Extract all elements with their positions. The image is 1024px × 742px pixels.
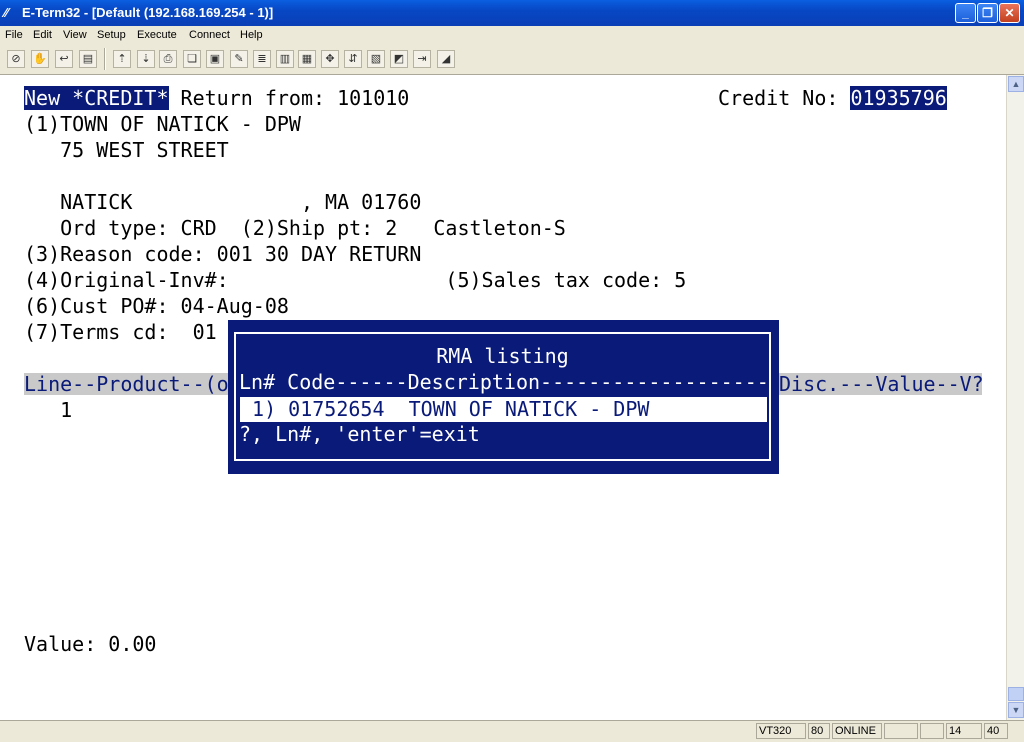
columns-icon[interactable]: ▥ [276, 50, 294, 68]
rma-listing-popup: RMA listing Ln# Code------Description---… [228, 320, 779, 474]
menu-connect[interactable]: Connect [189, 29, 230, 41]
status-bar: VT320 80 ONLINE 14 40 [0, 720, 1024, 742]
toolbar: ⊘ ✋ ↩ ▤ ⇡ ⇣ ⎙ ❏ ▣ ✎ ≣ ▥ ▦ ✥ ⇵ ▧ ◩ ⇥ ◢ [0, 45, 1024, 75]
popup-title: RMA listing [436, 344, 569, 368]
vertical-scrollbar[interactable]: ▲ ▼ [1006, 75, 1024, 720]
print-icon[interactable]: ▤ [79, 50, 97, 68]
cursor-col-status: 40 [984, 723, 1008, 739]
exit-icon[interactable]: ⇥ [413, 50, 431, 68]
close-button[interactable]: ✕ [999, 3, 1020, 23]
restore-button[interactable]: ❐ [977, 3, 998, 23]
scroll-down-button[interactable]: ▼ [1008, 702, 1024, 718]
menu-view[interactable]: View [63, 29, 87, 41]
edit-icon[interactable]: ✎ [230, 50, 248, 68]
cust-po-line: (6)Cust PO#: 04-Aug-08 [24, 294, 289, 318]
menu-execute[interactable]: Execute [137, 29, 177, 41]
upload-icon[interactable]: ⇡ [113, 50, 131, 68]
credit-no-value: 01935796 [850, 86, 947, 110]
order-type-line: Ord type: CRD (2)Ship pt: 2 Castleton-S [24, 216, 566, 240]
download-icon[interactable]: ⇣ [137, 50, 155, 68]
menu-edit[interactable]: Edit [33, 29, 52, 41]
terminal-line-1: New *CREDIT* Return from: 101010 [24, 85, 409, 111]
cursor-row-status: 14 [946, 723, 982, 739]
document-icon[interactable]: ≣ [253, 50, 271, 68]
city-state-zip-line: NATICK , MA 01760 [24, 190, 422, 214]
terminal-screen[interactable]: New *CREDIT* Return from: 101010 Credit … [0, 75, 1006, 720]
app-icon: ⁄⁄ [4, 5, 9, 20]
keypad-icon[interactable]: ▦ [298, 50, 316, 68]
popup-columns-header: Ln# Code------Description---------------… [239, 370, 769, 394]
popup-frame: RMA listing Ln# Code------Description---… [234, 332, 771, 461]
scroll-thumb[interactable] [1008, 687, 1024, 701]
header-left: Line--Product--(o [24, 372, 229, 396]
scroll-up-button[interactable]: ▲ [1008, 76, 1024, 92]
popup-prompt: ?, Ln#, 'enter'=exit [239, 422, 480, 446]
customer-name-line: (1)TOWN OF NATICK - DPW [24, 112, 301, 136]
connect-icon[interactable]: ↩ [55, 50, 73, 68]
printer-icon[interactable]: ⎙ [159, 50, 177, 68]
original-invoice-line: (4)Original-Inv#: (5)Sales tax code: 5 [24, 268, 687, 292]
header-right: Disc.---Value--V? [779, 372, 984, 396]
columns-status: 80 [808, 723, 830, 739]
address-line: 75 WEST STREET [24, 138, 229, 162]
minimize-button[interactable]: _ [955, 3, 976, 23]
rma-list-item[interactable]: 1) 01752654 TOWN OF NATICK - DPW [240, 397, 767, 422]
toolbar-separator [104, 48, 106, 70]
credit-no-label: Credit No: [718, 86, 851, 110]
total-value-line: Value: 0.00 [24, 632, 157, 656]
macro-icon[interactable]: ◩ [390, 50, 408, 68]
copy-icon[interactable]: ❏ [183, 50, 201, 68]
status-blank-1 [884, 723, 918, 739]
disconnect-icon[interactable]: ⊘ [7, 50, 25, 68]
reason-code-line: (3)Reason code: 001 30 DAY RETURN [24, 242, 422, 266]
return-from-text: Return from: 101010 [168, 86, 410, 110]
help-icon[interactable]: ◢ [437, 50, 455, 68]
menu-setup[interactable]: Setup [97, 29, 126, 41]
line-item-row: 1 [24, 398, 73, 422]
menu-bar: File Edit View Setup Execute Connect Hel… [0, 26, 1024, 45]
status-blank-2 [920, 723, 944, 739]
capture-icon[interactable]: ▧ [367, 50, 385, 68]
title-bar: ⁄⁄ E-Term32 - [Default (192.168.169.254 … [0, 0, 1024, 26]
new-credit-label: New *CREDIT* [24, 86, 169, 110]
settings-icon[interactable]: ✥ [321, 50, 339, 68]
window-title: E-Term32 - [Default (192.168.169.254 - 1… [22, 5, 274, 20]
paste-icon[interactable]: ▣ [206, 50, 224, 68]
transfer-icon[interactable]: ⇵ [344, 50, 362, 68]
connection-status: ONLINE [832, 723, 882, 739]
emulation-status: VT320 [756, 723, 806, 739]
menu-file[interactable]: File [5, 29, 23, 41]
hand-icon[interactable]: ✋ [31, 50, 49, 68]
menu-help[interactable]: Help [240, 29, 263, 41]
credit-number-line: Credit No: 01935796 [718, 85, 947, 111]
terms-code-line: (7)Terms cd: 01 [24, 320, 217, 344]
